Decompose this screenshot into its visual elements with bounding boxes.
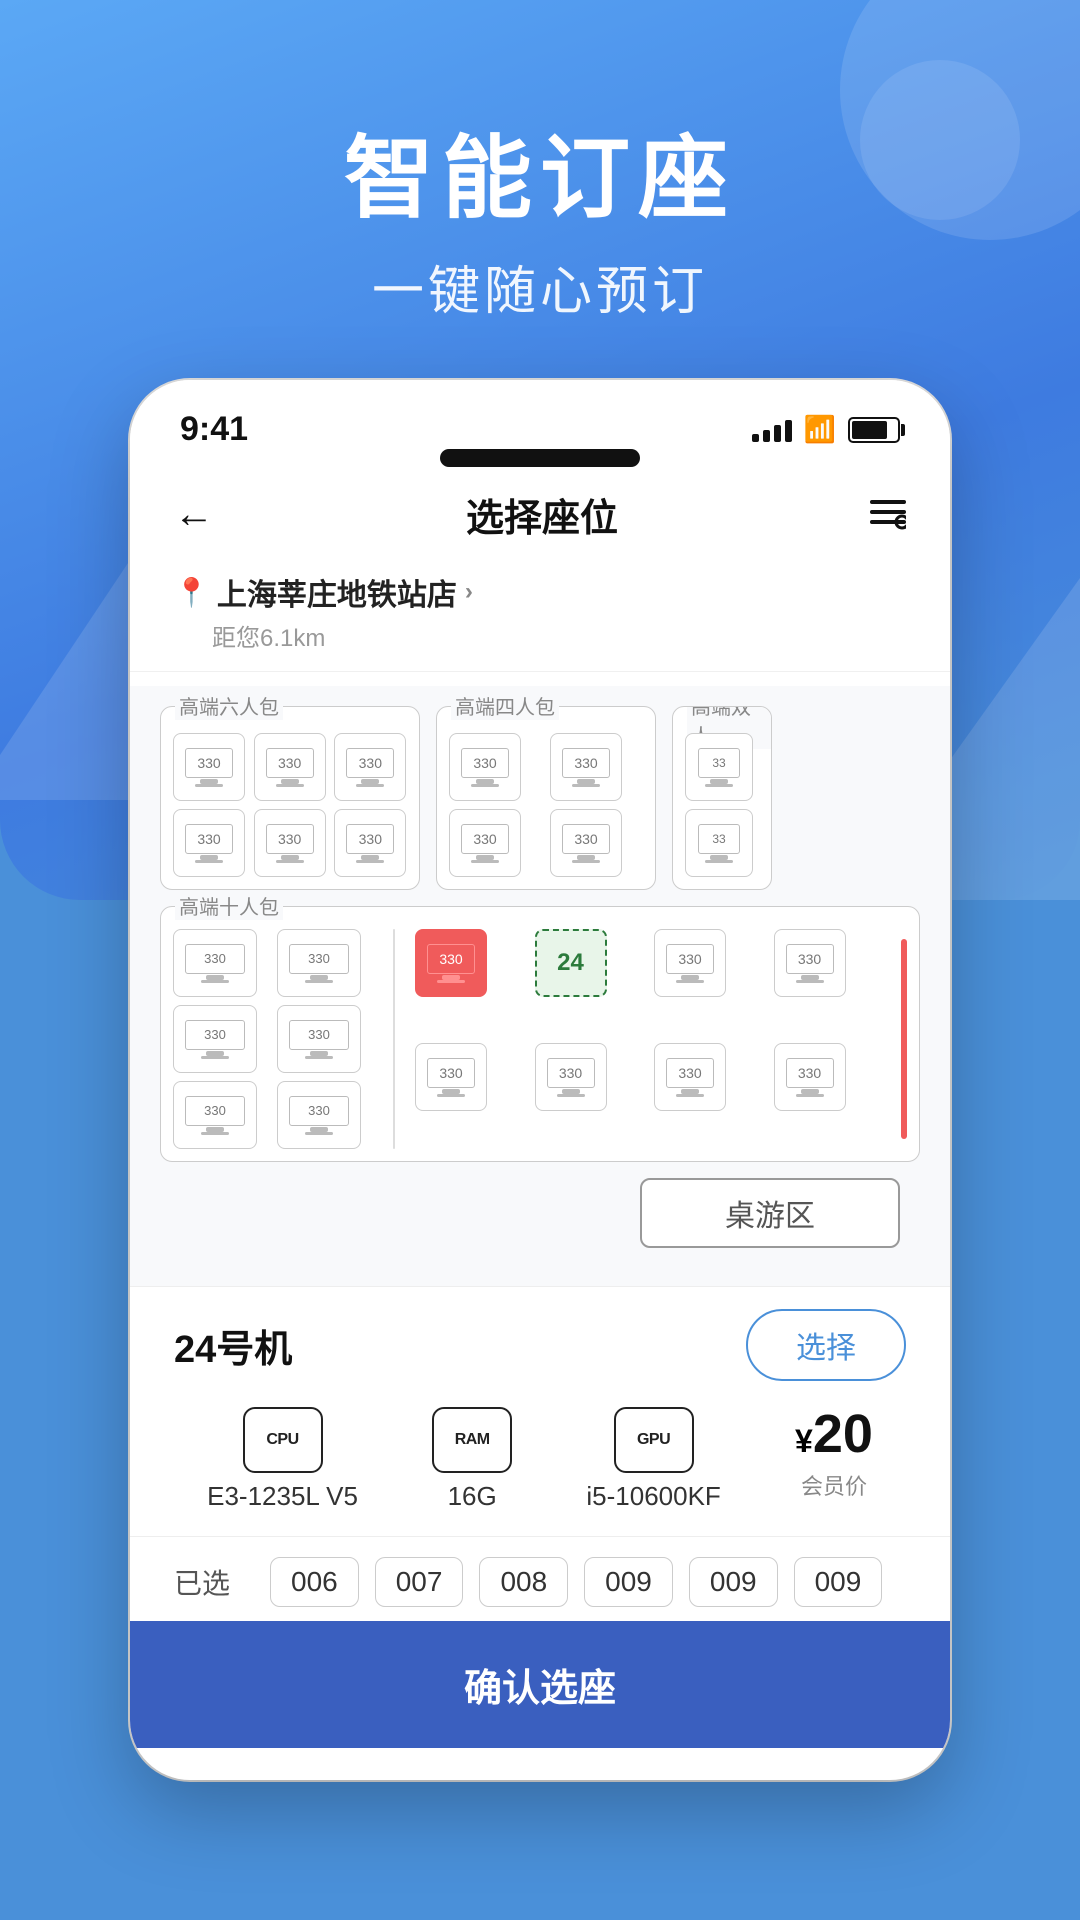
- ram-icon: RAM: [432, 1407, 512, 1473]
- location-chevron-icon: ›: [465, 578, 473, 606]
- nav-bar: ← 选择座位: [130, 467, 950, 560]
- spec-ram: RAM 16G: [432, 1407, 512, 1512]
- seat-selected[interactable]: 24: [535, 929, 607, 997]
- room-10person-label: 高端十人包: [175, 891, 283, 920]
- back-button[interactable]: ←: [174, 492, 214, 537]
- list-item: 009: [794, 1557, 883, 1607]
- price-amount: 20: [813, 1407, 873, 1461]
- list-item: 008: [479, 1557, 568, 1607]
- menu-icon[interactable]: [870, 500, 906, 530]
- signal-icon: [752, 418, 792, 442]
- status-icons: 📶: [752, 414, 900, 445]
- list-item[interactable]: 330: [173, 929, 257, 997]
- room-4person-label: 高端四人包: [451, 691, 559, 720]
- page-title: 选择座位: [466, 487, 618, 542]
- left-seats: 330 330 330: [173, 929, 373, 1149]
- list-item[interactable]: 330: [535, 1043, 607, 1111]
- spec-price: ¥ 20 会员价: [795, 1407, 873, 1501]
- cpu-icon: CPU: [243, 1407, 323, 1473]
- room-divider: [393, 929, 395, 1149]
- room-6person-label: 高端六人包: [175, 691, 283, 720]
- hero-title: 智能订座: [0, 130, 1080, 229]
- location-distance: 距您6.1km: [174, 618, 906, 653]
- seats-grid-4person: 330 330 330: [449, 733, 643, 877]
- list-item[interactable]: 330: [277, 1005, 361, 1073]
- phone-mockup: 9:41 📶 ← 选择座位: [130, 380, 950, 1780]
- confirm-button[interactable]: 确认选座: [130, 1621, 950, 1748]
- list-item[interactable]: 330: [550, 809, 622, 877]
- spec-cpu: CPU E3-1235L V5: [207, 1407, 358, 1512]
- list-item[interactable]: 33: [685, 809, 753, 877]
- room-2person: 高端双人 33 33: [672, 706, 772, 890]
- list-item[interactable]: 330: [774, 1043, 846, 1111]
- location-bar[interactable]: 📍 上海莘庄地铁站店 › 距您6.1km: [130, 560, 950, 657]
- location-pin-icon: 📍: [174, 576, 209, 609]
- battery-icon: [848, 417, 900, 443]
- location-name[interactable]: 📍 上海莘庄地铁站店 ›: [174, 570, 906, 614]
- phone-screen: 9:41 📶 ← 选择座位: [130, 380, 950, 1780]
- seats-grid-6person: 330 330 330: [173, 733, 407, 877]
- list-item: 006: [270, 1557, 359, 1607]
- list-item[interactable]: 330: [550, 733, 622, 801]
- list-item[interactable]: 330: [334, 733, 406, 801]
- list-item[interactable]: 330: [277, 1081, 361, 1149]
- list-item[interactable]: 330: [415, 1043, 487, 1111]
- list-item[interactable]: 330: [334, 809, 406, 877]
- gpu-value: i5-10600KF: [586, 1481, 720, 1512]
- list-item[interactable]: 330: [173, 1081, 257, 1149]
- list-item[interactable]: 330: [654, 929, 726, 997]
- list-item[interactable]: 330: [254, 733, 326, 801]
- table-game-zone: 桌游区: [640, 1178, 900, 1248]
- divider: [130, 671, 950, 672]
- list-item[interactable]: 330: [774, 929, 846, 997]
- machine-header: 24号机 选择: [130, 1287, 950, 1397]
- list-item[interactable]: 330: [654, 1043, 726, 1111]
- list-item: 009: [689, 1557, 778, 1607]
- list-item[interactable]: 330: [173, 733, 245, 801]
- list-item[interactable]: 330: [173, 1005, 257, 1073]
- selected-seats-row: 已选 006 007 008 009 009 009: [130, 1537, 950, 1621]
- list-item[interactable]: 330: [449, 809, 521, 877]
- room-6person: 高端六人包 330 330: [160, 706, 420, 890]
- price-label: 会员价: [801, 1469, 867, 1501]
- nav-actions[interactable]: [870, 500, 906, 530]
- room-10person-section: 高端十人包 330 330: [160, 906, 920, 1162]
- machine-name: 24号机: [174, 1318, 292, 1373]
- ram-value: 16G: [448, 1481, 497, 1512]
- store-name: 上海莘庄地铁站店: [217, 570, 457, 614]
- dynamic-island: [130, 449, 950, 467]
- cpu-value: E3-1235L V5: [207, 1481, 358, 1512]
- hero-subtitle: 一键随心预订: [0, 249, 1080, 324]
- room-4person: 高端四人包 330 330: [436, 706, 656, 890]
- selected-label: 已选: [174, 1562, 254, 1602]
- list-item[interactable]: 330: [254, 809, 326, 877]
- scroll-indicator: [901, 939, 907, 1139]
- list-item: 009: [584, 1557, 673, 1607]
- seat-occupied[interactable]: 330: [415, 929, 487, 997]
- spec-gpu: GPU i5-10600KF: [586, 1407, 720, 1512]
- info-panel: 24号机 选择 CPU E3-1235L V5 RAM 16G: [130, 1286, 950, 1748]
- wifi-icon: 📶: [804, 414, 836, 445]
- gpu-icon: GPU: [614, 1407, 694, 1473]
- list-item[interactable]: 330: [277, 929, 361, 997]
- currency-symbol: ¥: [795, 1425, 813, 1457]
- list-item[interactable]: 330: [449, 733, 521, 801]
- list-item[interactable]: 330: [173, 809, 245, 877]
- rooms-row-1: 高端六人包 330 330: [160, 706, 920, 890]
- right-seats: 330 24 330: [415, 929, 885, 1149]
- list-item[interactable]: 33: [685, 733, 753, 801]
- specs-row: CPU E3-1235L V5 RAM 16G GPU i5-10600K: [130, 1397, 950, 1537]
- table-game-row: 桌游区: [160, 1178, 920, 1248]
- list-item: 007: [375, 1557, 464, 1607]
- select-button[interactable]: 选择: [746, 1309, 906, 1381]
- seat-map[interactable]: 高端六人包 330 330: [130, 686, 950, 1286]
- hero-section: 智能订座 一键随心预订: [0, 0, 1080, 324]
- status-time: 9:41: [180, 410, 248, 449]
- room-10person: 高端十人包 330 330: [160, 906, 920, 1162]
